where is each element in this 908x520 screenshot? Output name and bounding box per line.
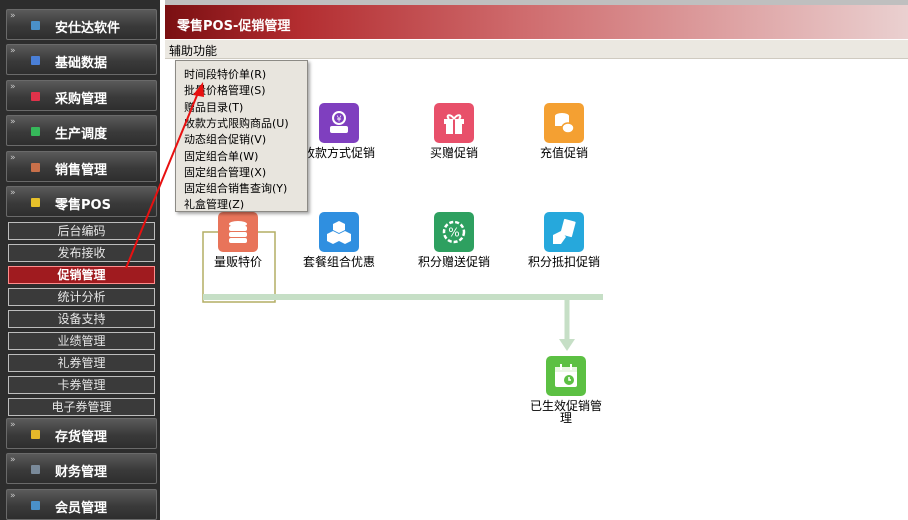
section-square-icon [31,430,40,439]
expand-chevron-icon: » [10,82,16,92]
hand-coin-icon: ¥ [319,103,359,143]
sidebar-section-top-5[interactable]: » 零售POS [6,186,157,217]
sidebar-subitem-7[interactable]: 卡券管理 [8,376,155,394]
tile-chongzhi[interactable]: 充值促销 [524,103,604,159]
tile-label: 套餐组合优惠 [302,255,375,269]
dropdown-item-3[interactable]: 收款方式限购商品(U) [184,115,289,131]
expand-chevron-icon: » [10,455,16,465]
section-square-icon [31,163,40,172]
sidebar-subitem-5[interactable]: 业绩管理 [8,332,155,350]
expand-chevron-icon: » [10,11,16,21]
tile-label: 积分抵扣促销 [527,255,600,269]
sidebar-section-top-1[interactable]: » 基础数据 [6,44,157,75]
sidebar-section-label: 安仕达软件 [55,21,121,36]
sidebar-subitem-4[interactable]: 设备支持 [8,310,155,328]
sidebar-section-label: 会员管理 [55,501,108,516]
card-hand-icon [544,212,584,252]
sidebar-section-bottom-1[interactable]: » 财务管理 [6,453,157,484]
sidebar-subitem-2[interactable]: 促销管理 [8,266,155,284]
svg-text:%: % [448,226,459,240]
title-bar: 零售POS-促销管理 [165,5,908,39]
flow-arrow-head [559,339,575,351]
percent-badge-icon: % [434,212,474,252]
section-square-icon [31,92,40,101]
tile-label: 量贩特价 [213,255,262,269]
menu-bar: 辅助功能 [165,40,908,59]
sidebar-subitem-3[interactable]: 统计分析 [8,288,155,306]
tile-jifendikou[interactable]: 积分抵扣促销 [524,212,604,268]
sidebar-section-top-0[interactable]: » 安仕达软件 [6,9,157,40]
dropdown-item-1[interactable]: 批量价格管理(S) [184,82,266,98]
dropdown-item-0[interactable]: 时间段特价单(R) [184,66,266,82]
tile-label: 已生效促销管理 [529,399,602,425]
tile-label: 积分赠送促销 [417,255,490,269]
sidebar-section-bottom-0[interactable]: » 存货管理 [6,418,157,449]
database-icon [218,212,258,252]
expand-chevron-icon: » [10,491,16,501]
dropdown-item-2[interactable]: 赠品目录(T) [184,99,243,115]
tile-maizeng[interactable]: 买赠促销 [414,103,494,159]
expand-chevron-icon: » [10,188,16,198]
tile-yishengxiao[interactable]: 已生效促销管理 [526,356,606,424]
expand-chevron-icon: » [10,153,16,163]
sidebar-section-label: 零售POS [55,198,111,213]
sidebar-section-label: 采购管理 [55,92,108,107]
sidebar-section-top-3[interactable]: » 生产调度 [6,115,157,146]
sidebar-section-label: 基础数据 [55,56,108,71]
menu-aux-functions[interactable]: 辅助功能 [169,42,217,59]
sidebar-section-top-2[interactable]: » 采购管理 [6,80,157,111]
sidebar-section-bottom-2[interactable]: » 会员管理 [6,489,157,520]
tile-label: 充值促销 [539,146,588,160]
tile-jifenzengsong[interactable]: % 积分赠送促销 [414,212,494,268]
sidebar-section-label: 财务管理 [55,465,108,480]
section-square-icon [31,198,40,207]
gift-icon [434,103,474,143]
tile-label: 买赠促销 [429,146,478,160]
section-square-icon [31,56,40,65]
coin-stack-icon [544,103,584,143]
svg-text:¥: ¥ [336,115,341,124]
section-square-icon [31,127,40,136]
window-title: 零售POS-促销管理 [177,19,291,34]
cubes-icon [319,212,359,252]
dropdown-item-8[interactable]: 礼盒管理(Z) [184,196,244,212]
expand-chevron-icon: » [10,420,16,430]
dropdown-item-6[interactable]: 固定组合管理(X) [184,164,266,180]
dropdown-item-5[interactable]: 固定组合单(W) [184,148,258,164]
expand-chevron-icon: » [10,117,16,127]
section-square-icon [31,501,40,510]
sidebar-subitem-1[interactable]: 发布接收 [8,244,155,262]
tile-liangfan[interactable]: 量贩特价 [198,212,278,268]
tile-label: 收款方式促销 [302,146,375,160]
dropdown-item-4[interactable]: 动态组合促销(V) [184,131,266,147]
sidebar-section-label: 存货管理 [55,430,108,445]
sidebar-subitem-6[interactable]: 礼券管理 [8,354,155,372]
section-square-icon [31,21,40,30]
sidebar-subitem-0[interactable]: 后台编码 [8,222,155,240]
tile-taocan[interactable]: 套餐组合优惠 [299,212,379,268]
expand-chevron-icon: » [10,46,16,56]
dropdown-item-7[interactable]: 固定组合销售查询(Y) [184,180,287,196]
sidebar-section-label: 生产调度 [55,127,108,142]
calendar-clock-icon [546,356,586,396]
section-square-icon [31,465,40,474]
sidebar: » 安仕达软件 » 基础数据 » 采购管理 » 生产调度 » 销售管理 » 零售POS 后台编码发布接收… [0,0,160,520]
tile-shoukuan[interactable]: ¥ 收款方式促销 [299,103,379,159]
sidebar-subitem-8[interactable]: 电子券管理 [8,398,155,416]
sidebar-section-top-4[interactable]: » 销售管理 [6,151,157,182]
sidebar-section-label: 销售管理 [55,163,108,178]
aux-functions-dropdown: 时间段特价单(R) 批量价格管理(S) 赠品目录(T) 收款方式限购商品(U) 动态组合… [175,60,308,212]
